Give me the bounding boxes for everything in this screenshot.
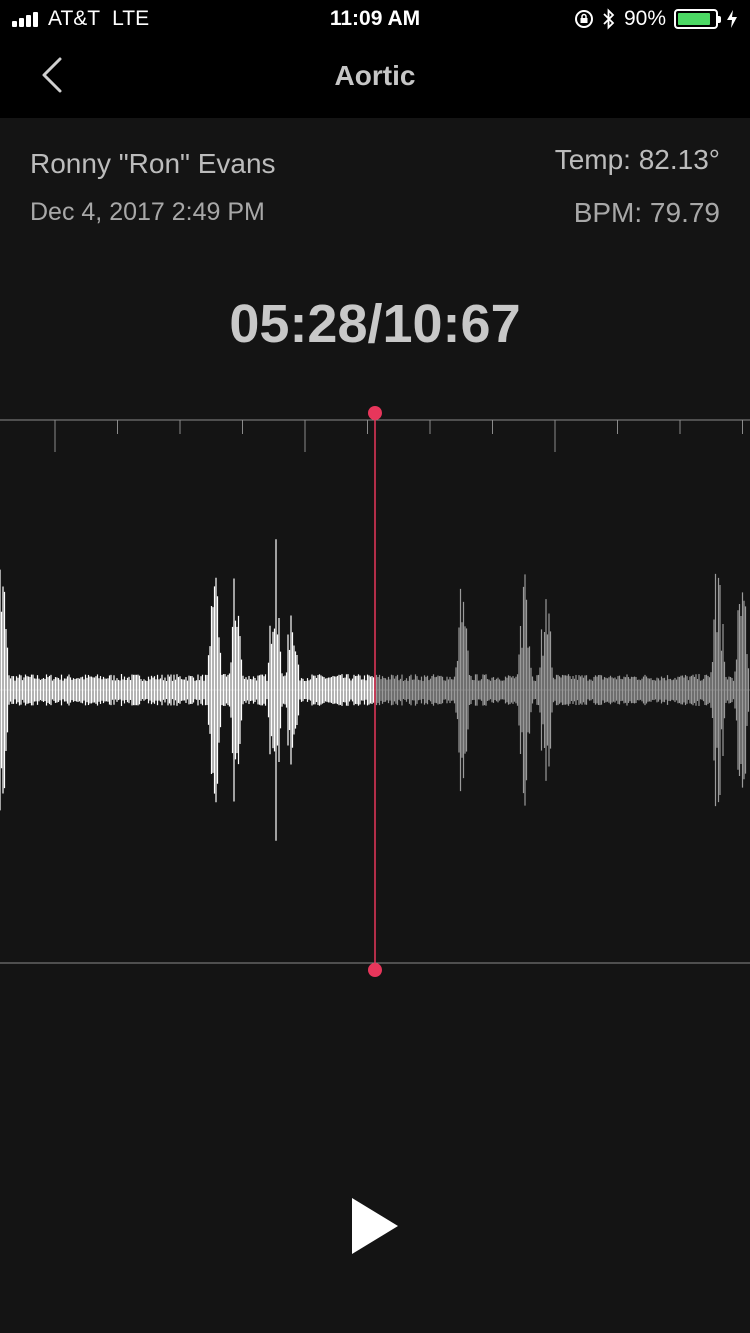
play-icon [352, 1198, 398, 1254]
playhead-top-handle[interactable] [368, 406, 382, 420]
playback-time: 05:28/10:67 [229, 294, 521, 354]
battery-icon [674, 9, 721, 29]
battery-level [678, 13, 711, 25]
waveform-scrubber[interactable] [0, 400, 750, 980]
orientation-lock-icon [574, 10, 593, 28]
status-right: 90% [566, 7, 738, 31]
bluetooth-icon [603, 8, 615, 30]
recording-date: Dec 4, 2017 2:49 PM [30, 198, 265, 226]
patient-name: Ronny "Ron" Evans [30, 148, 276, 179]
charging-icon [727, 10, 737, 28]
nav-bar: Aortic [0, 40, 750, 118]
timeline-ticks [54, 420, 743, 452]
bpm-value: BPM: 79.79 [573, 197, 720, 228]
playhead-bottom-handle[interactable] [368, 963, 382, 977]
page-title: Aortic [334, 60, 416, 91]
waveform-chart [0, 406, 750, 977]
battery-percent: 90% [623, 7, 666, 30]
recording-screen: AT&T LTE 11:09 AM 90% Aortic Ronny "Ron"… [0, 0, 750, 1333]
temperature-value: Temp: 82.13° [554, 144, 720, 175]
status-bar: AT&T LTE 11:09 AM 90% [0, 0, 750, 40]
play-button[interactable] [345, 1194, 405, 1258]
